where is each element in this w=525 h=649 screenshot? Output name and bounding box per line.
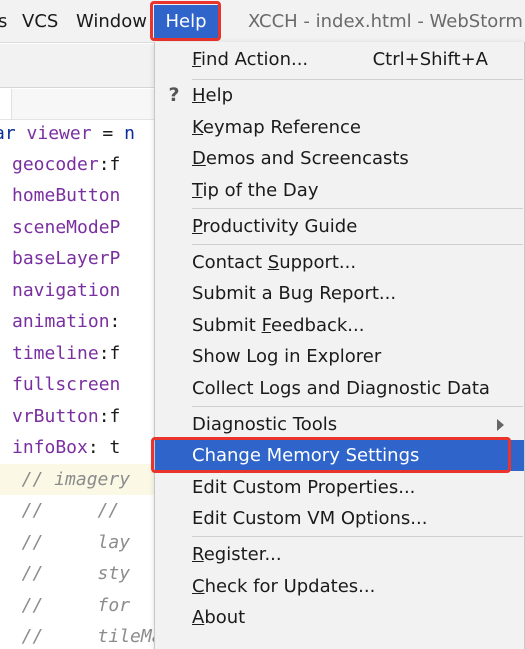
menu-separator xyxy=(192,406,523,407)
code-line: ar viewer = n xyxy=(0,120,135,149)
menu-item-collect-logs[interactable]: Collect Logs and Diagnostic Data xyxy=(155,373,524,404)
menu-item-label: Contact Support... xyxy=(192,252,357,273)
menu-item-edit-custom-vm-options[interactable]: Edit Custom VM Options... xyxy=(155,503,524,534)
code-line: // for xyxy=(0,590,130,621)
code-line: sceneModeP xyxy=(12,212,120,243)
menu-item-about[interactable]: About xyxy=(155,602,524,633)
code-property: vrButton xyxy=(12,406,99,427)
menu-item-label: Tip of the Day xyxy=(192,180,319,201)
menu-item-label: Diagnostic Tools xyxy=(192,414,338,435)
memory-settings-highlight-box xyxy=(151,437,511,473)
code-line: // // xyxy=(0,495,120,526)
menu-item-label: Show Log in Explorer xyxy=(192,346,382,367)
code-line: vrButton:f xyxy=(12,401,120,432)
menu-separator xyxy=(192,244,523,245)
code-line: animation: xyxy=(12,306,120,337)
code-punct: :f xyxy=(98,406,121,427)
menu-item-tip-of-the-day[interactable]: Tip of the Day xyxy=(155,175,524,206)
code-punct: :f xyxy=(98,154,121,175)
code-property: baseLayerP xyxy=(12,248,121,269)
menu-item-label: Edit Custom Properties... xyxy=(192,477,416,498)
editor-tab-active[interactable] xyxy=(0,89,12,119)
code-punct: :f xyxy=(98,343,121,364)
menu-item-demos[interactable]: Demos and Screencasts xyxy=(155,143,524,174)
code-comment: // // xyxy=(0,500,120,521)
code-line: baseLayerP xyxy=(12,243,120,274)
code-identifier: viewer xyxy=(26,123,92,144)
code-property: fullscreen xyxy=(12,374,121,395)
code-line: fullscreen xyxy=(12,369,120,400)
menu-item-edit-custom-properties[interactable]: Edit Custom Properties... xyxy=(155,472,524,503)
menu-item-help[interactable]: ? Help xyxy=(155,80,524,111)
menu-tools-partial[interactable]: s xyxy=(0,0,7,43)
question-mark-icon: ? xyxy=(168,84,180,106)
menu-item-label: Demos and Screencasts xyxy=(192,148,409,169)
code-property: animation xyxy=(12,311,110,332)
menu-item-check-for-updates[interactable]: Check for Updates... xyxy=(155,571,524,602)
code-property: navigation xyxy=(12,280,121,301)
code-keyword: n xyxy=(124,123,135,144)
help-menu-highlight-box xyxy=(150,1,221,41)
code-property: homeButton xyxy=(12,185,121,206)
code-comment: // sty xyxy=(0,563,131,584)
code-comment: // lay xyxy=(0,532,131,553)
menu-item-submit-bug-report[interactable]: Submit a Bug Report... xyxy=(155,278,524,309)
menu-window[interactable]: Window xyxy=(76,0,147,43)
menu-item-label: Register... xyxy=(192,544,282,565)
code-line: infoBox: t xyxy=(12,432,120,463)
menu-item-productivity-guide[interactable]: Productivity Guide xyxy=(155,211,524,242)
window-title: XCCH - index.html - WebStorm xyxy=(248,11,523,32)
menu-item-keymap-reference[interactable]: Keymap Reference xyxy=(155,112,524,143)
code-line: // sty xyxy=(0,558,130,589)
menu-item-contact-support[interactable]: Contact Support... xyxy=(155,247,524,278)
menu-item-label: Submit a Bug Report... xyxy=(192,283,397,304)
code-property: geocoder xyxy=(12,154,99,175)
code-line: timeline:f xyxy=(12,338,120,369)
code-line: homeButton xyxy=(12,180,120,211)
menu-item-label: Find Action... xyxy=(192,49,309,70)
menu-separator xyxy=(192,208,523,209)
menu-vcs[interactable]: VCS xyxy=(22,0,58,43)
shortcut-label: Ctrl+Shift+A xyxy=(372,49,488,70)
menu-item-label: Productivity Guide xyxy=(192,216,358,237)
menu-item-show-log-in-explorer[interactable]: Show Log in Explorer xyxy=(155,341,524,372)
menu-item-label: Edit Custom VM Options... xyxy=(192,508,428,529)
menu-item-register[interactable]: Register... xyxy=(155,539,524,570)
code-line: // lay xyxy=(0,527,130,558)
code-comment: // imagery xyxy=(0,469,131,490)
code-line: navigation xyxy=(12,275,120,306)
menu-item-label: Submit Feedback... xyxy=(192,315,365,336)
menu-item-submit-feedback[interactable]: Submit Feedback... xyxy=(155,310,524,341)
code-punct: : t xyxy=(87,437,121,458)
code-keyword: ar xyxy=(0,123,16,144)
code-property: sceneModeP xyxy=(12,217,121,238)
menu-separator xyxy=(192,536,523,537)
menu-item-diagnostic-tools[interactable]: Diagnostic Tools xyxy=(155,409,524,440)
help-dropdown-menu: Find Action... Ctrl+Shift+A ? Help Keyma… xyxy=(154,42,525,649)
menu-item-label: About xyxy=(192,607,246,628)
menu-bar: s VCS Window Help XCCH - index.html - We… xyxy=(0,0,525,43)
code-punct: : xyxy=(109,311,121,332)
code-property: timeline xyxy=(12,343,99,364)
code-punct: = xyxy=(91,123,125,144)
code-comment: // for xyxy=(0,595,131,616)
menu-item-label: Help xyxy=(192,85,234,106)
menu-item-label: Keymap Reference xyxy=(192,117,362,138)
menu-item-label: Check for Updates... xyxy=(192,576,376,597)
submenu-arrow-icon xyxy=(497,419,504,431)
code-line: geocoder:f xyxy=(12,149,120,180)
code-property: infoBox xyxy=(12,437,88,458)
menu-item-find-action[interactable]: Find Action... Ctrl+Shift+A xyxy=(155,44,524,75)
menu-item-label: Collect Logs and Diagnostic Data xyxy=(192,378,490,399)
